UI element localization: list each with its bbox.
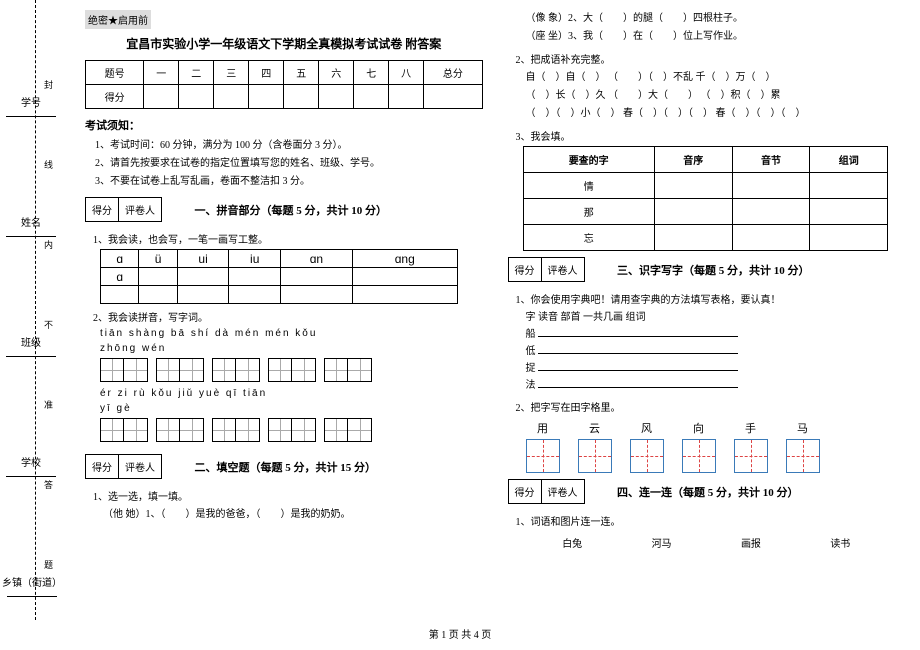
s2-line2: （像 象）2、大（ ）的腿（ ）四根柱子。: [508, 10, 906, 28]
section-score-box-1: 得分 评卷人: [85, 197, 162, 222]
left-column: 绝密★启用前 宜昌市实验小学一年级语文下学期全真模拟考试试卷 附答案 题号 一 …: [85, 10, 483, 610]
idiom-3: （ ）（ ）小（ ） 春（ ）（ ）（ ） 春（ ）（ ）（ ）: [508, 105, 906, 123]
score-summary-table: 题号 一 二 三 四 五 六 七 八 总分 得分: [85, 60, 483, 109]
margin-char-xian: 线: [42, 160, 55, 169]
section-3-title: 三、识字写字（每题 5 分，共计 10 分）: [617, 262, 810, 278]
section-score-box-3: 得分 评卷人: [508, 257, 585, 282]
section-2-title: 二、填空题（每题 5 分，共计 15 分）: [195, 459, 377, 475]
dict-char-4: 法: [526, 380, 536, 391]
dict-char-2: 低: [526, 346, 536, 357]
margin-char-da: 答: [42, 480, 55, 489]
margin-xingming: 姓名: [21, 218, 41, 229]
hanzi-practice-row: 用 云 风 向 手 马: [508, 420, 906, 473]
margin-char-feng: 封: [42, 80, 55, 89]
margin-xiangzhen: 乡镇（街道）: [2, 578, 62, 589]
s4-q1: 1、词语和图片连一连。: [508, 513, 906, 528]
score-label: 得分: [86, 85, 144, 109]
right-column: （像 象）2、大（ ）的腿（ ）四根柱子。 （座 坐）3、我（ ）在（ ）位上写…: [508, 10, 906, 610]
notice-3: 3、不要在试卷上乱写乱画，卷面不整洁扣 3 分。: [95, 173, 483, 191]
s3-q1: 1、你会使用字典吧！请用查字典的方法填写表格，要认真！: [508, 291, 906, 306]
section-score-box-4: 得分 评卷人: [508, 479, 585, 504]
section-4-title: 四、连一连（每题 5 分，共计 10 分）: [617, 484, 799, 500]
pinyin-row-b: ér zi rù kǒu jiǔ yuè qī tiān: [85, 388, 483, 399]
pinyin-row-a2: zhōng wén: [85, 343, 483, 354]
idiom-2: （ ）长（ ）久 （ ）大（ ） （ ）积（ ）累: [508, 87, 906, 105]
s1-q1: 1、我会读，也会写，一笔一画写工整。: [85, 231, 483, 246]
s2-q2: 2、把成语补充完整。: [508, 51, 906, 66]
s2-line1: （他 她）1、（ ）是我的爸爸，（ ）是我的奶奶。: [85, 506, 483, 524]
s2-line3: （座 坐）3、我（ ）在（ ）位上写作业。: [508, 28, 906, 46]
margin-char-nei: 内: [42, 240, 55, 249]
connect-words: 白兔 河马 画报 读书: [508, 531, 906, 554]
margin-xuexiao: 学校: [21, 458, 41, 469]
s2-q1: 1、选一选，填一填。: [85, 488, 483, 503]
idiom-1: 自（ ）自（ ） （ ）（ ）不乱 千（ ）万（ ）: [508, 69, 906, 87]
notice-2: 2、请首先按要求在试卷的指定位置填写您的姓名、班级、学号。: [95, 155, 483, 173]
char-lookup-table: 要查的字 音序 音节 组词 情 那 忘: [523, 146, 889, 251]
binding-margin: 乡镇（街道） 学校 班级 姓名 学号 题 答 准 不 内 线 封: [0, 0, 70, 620]
dict-char-1: 船: [526, 329, 536, 340]
tianzi-row-2: [85, 418, 483, 442]
margin-char-ti: 题: [42, 560, 55, 569]
section-score-box-2: 得分 评卷人: [85, 454, 162, 479]
margin-char-bu: 不: [42, 320, 55, 329]
dict-char-3: 捉: [526, 363, 536, 374]
s1-q2: 2、我会读拼音，写字词。: [85, 309, 483, 324]
score-row-label: 题号: [86, 61, 144, 85]
section-1-title: 一、拼音部分（每题 5 分，共计 10 分）: [195, 202, 388, 218]
tianzi-row-1: [85, 358, 483, 382]
s3-q2: 2、把字写在田字格里。: [508, 399, 906, 414]
notice-title: 考试须知：: [85, 117, 483, 133]
binding-dashed-line: [35, 0, 36, 620]
dict-header: 字 读音 部首 一共几画 组词: [508, 309, 906, 326]
paper-title: 宜昌市实验小学一年级语文下学期全真模拟考试试卷 附答案: [85, 35, 483, 52]
pinyin-writing-table: ɑüui iuɑnɑng ɑ: [100, 249, 458, 304]
margin-banji: 班级: [21, 338, 41, 349]
pinyin-row-a: tiān shàng bā shí dà mén mén kǒu: [85, 328, 483, 339]
secret-label: 绝密★启用前: [85, 10, 151, 29]
margin-xuehao: 学号: [21, 98, 41, 109]
notice-1: 1、考试时间：60 分钟，满分为 100 分（含卷面分 3 分）。: [95, 137, 483, 155]
margin-char-zhun: 准: [42, 400, 55, 409]
page-footer: 第 1 页 共 4 页: [0, 620, 920, 647]
s2-q3: 3、我会填。: [508, 128, 906, 143]
pinyin-row-b2: yī gè: [85, 403, 483, 414]
